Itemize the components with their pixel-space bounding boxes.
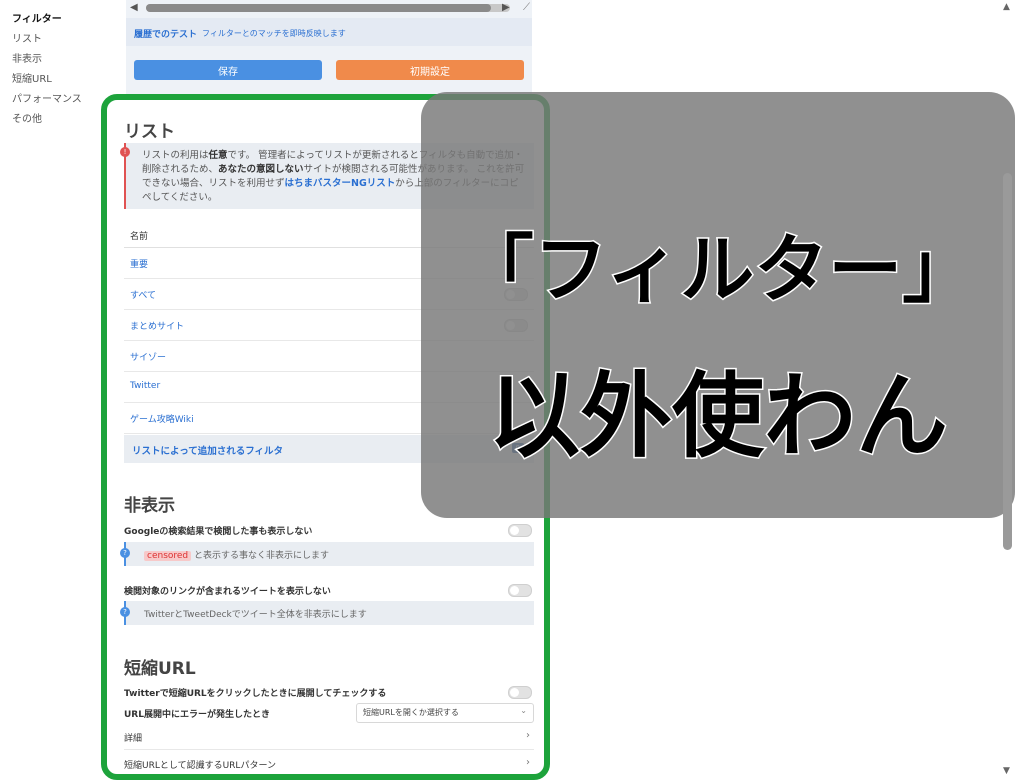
caption-line-2: 以外使わん — [486, 362, 949, 472]
censored-badge: censored — [144, 551, 192, 561]
vertical-scrollbar[interactable]: ▲ ▼ — [1000, 0, 1016, 780]
exclamation-icon: ! — [120, 147, 130, 157]
url-error-label: URL展開中にエラーが発生したとき — [124, 710, 270, 720]
list-section-title: リスト — [124, 122, 175, 142]
list-name[interactable]: ゲーム攻略Wiki — [130, 412, 194, 425]
scroll-left-icon[interactable]: ◀ — [130, 2, 138, 13]
scroll-thumb[interactable] — [146, 4, 491, 12]
google-hide-toggle[interactable] — [508, 524, 532, 537]
added-filters-label[interactable]: リストによって追加されるフィルタ — [132, 443, 283, 457]
horizontal-scrollbar[interactable]: ◀ ▶ ⟋ — [126, 0, 532, 16]
url-pattern-label: 短縮URLとして認識するURLパターン — [124, 761, 276, 771]
nav-item-hide[interactable]: 非表示 — [12, 50, 102, 70]
scroll-down-icon[interactable]: ▼ — [1003, 766, 1010, 776]
chevron-right-icon: › — [526, 730, 530, 741]
list-name[interactable]: Twitter — [130, 381, 160, 391]
url-error-select[interactable]: 短縮URLを開くか選択する ⌄ — [356, 703, 534, 723]
url-error-select-value: 短縮URLを開くか選択する — [363, 708, 459, 717]
filter-panel: ◀ ▶ ⟋ 履歴でのテスト フィルターとのマッチを即時反映します 保存 初期設定 — [126, 0, 532, 95]
nav-item-list[interactable]: リスト — [12, 30, 102, 50]
url-error-option: URL展開中にエラーが発生したとき 短縮URLを開くか選択する ⌄ — [124, 703, 534, 725]
column-name-header: 名前 — [130, 232, 149, 242]
google-hide-info-text: censored と表示する事なく非表示にします — [144, 548, 329, 561]
nav-item-short-url[interactable]: 短縮URL — [12, 70, 102, 90]
list-name[interactable]: すべて — [130, 288, 156, 301]
nav-item-filter[interactable]: フィルター — [12, 10, 102, 30]
history-test-row[interactable]: 履歴でのテスト フィルターとのマッチを即時反映します — [126, 18, 532, 46]
tweet-hide-toggle[interactable] — [508, 584, 532, 597]
google-hide-option: Googleの検索結果で検閲した事も表示しない — [124, 520, 534, 540]
expand-url-option: Twitterで短縮URLをクリックしたときに展開してチェックする — [124, 682, 534, 702]
google-hide-label: Googleの検索結果で検閲した事も表示しない — [124, 527, 313, 537]
chevron-down-icon: ⌄ — [520, 706, 527, 715]
history-test-desc: フィルターとのマッチを即時反映します — [202, 29, 346, 38]
list-name[interactable]: サイゾー — [130, 350, 166, 363]
reset-defaults-button[interactable]: 初期設定 — [336, 60, 524, 80]
tweet-hide-info: ? TwitterとTweetDeckでツイート全体を非表示にします — [120, 601, 534, 625]
scroll-right-icon[interactable]: ▶ — [502, 2, 510, 13]
chevron-right-icon: › — [526, 757, 530, 768]
nav-item-performance[interactable]: パフォーマンス — [12, 90, 102, 110]
details-label: 詳細 — [124, 734, 143, 744]
hide-section-title: 非表示 — [124, 496, 175, 516]
settings-nav: フィルター リスト 非表示 短縮URL パフォーマンス その他 — [12, 10, 102, 130]
tweet-hide-label: 検閲対象のリンクが含まれるツイートを表示しない — [124, 587, 331, 597]
list-name[interactable]: まとめサイト — [130, 319, 184, 332]
list-name[interactable]: 重要 — [130, 257, 148, 270]
tweet-hide-info-text: TwitterとTweetDeckでツイート全体を非表示にします — [144, 610, 367, 620]
vertical-scroll-thumb[interactable] — [1003, 173, 1012, 550]
save-button[interactable]: 保存 — [134, 60, 322, 80]
details-row[interactable]: 詳細 › — [124, 725, 534, 750]
scroll-up-icon[interactable]: ▲ — [1003, 2, 1010, 12]
expand-url-label: Twitterで短縮URLをクリックしたときに展開してチェックする — [124, 689, 387, 699]
resize-handle-icon[interactable]: ⟋ — [523, 2, 530, 13]
short-url-section-title: 短縮URL — [124, 659, 196, 679]
caption-line-1: 「フィルター」 — [458, 226, 978, 315]
question-icon: ? — [120, 607, 130, 617]
google-hide-info: ? censored と表示する事なく非表示にします — [120, 542, 534, 566]
history-test-label[interactable]: 履歴でのテスト — [134, 27, 197, 40]
scroll-track[interactable] — [146, 4, 510, 12]
ng-list-link[interactable]: はちまバスターNGリスト — [285, 178, 396, 189]
nav-item-other[interactable]: その他 — [12, 110, 102, 130]
caption-overlay: 「フィルター」 以外使わん — [421, 92, 1015, 518]
question-icon: ? — [120, 548, 130, 558]
url-pattern-row[interactable]: 短縮URLとして認識するURLパターン › — [124, 752, 534, 777]
expand-url-toggle[interactable] — [508, 686, 532, 699]
tweet-hide-option: 検閲対象のリンクが含まれるツイートを表示しない — [124, 580, 534, 600]
